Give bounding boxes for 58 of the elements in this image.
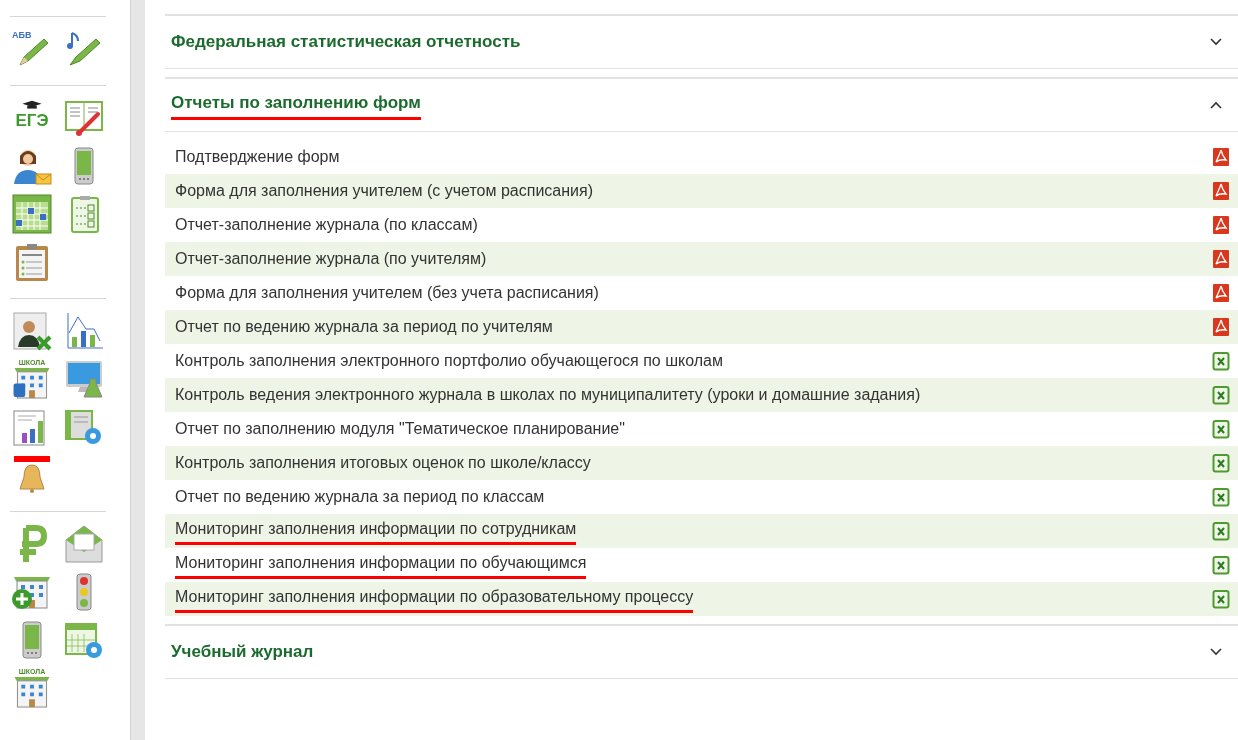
envelope-icon[interactable] [64, 524, 104, 564]
icon-letters: ЕГЭ [15, 112, 49, 129]
school-info-icon[interactable] [12, 366, 52, 399]
pdf-file-icon[interactable] [1212, 147, 1230, 167]
chevron-up-icon[interactable] [1210, 101, 1222, 109]
report-title: Форма для заполнения учителем (с учетом расписания) [175, 181, 593, 201]
report-title: Отчет по ведению журнала за период по классам [175, 487, 545, 507]
pdf-file-icon[interactable] [1212, 283, 1230, 303]
graduation-cap-icon[interactable] [20, 98, 44, 112]
section-title: Учебный журнал [171, 641, 314, 664]
report-row[interactable]: Контроль ведения электронного журнала в школах по муниципалитету (уроки и домашние задания) [165, 378, 1238, 412]
person-spreadsheet-icon[interactable] [12, 311, 52, 351]
report-row[interactable]: Отчет по ведению журнала за период по учителям [165, 310, 1238, 344]
report-title: Отчет по заполнению модуля "Тематическое планирование" [175, 419, 625, 439]
report-title: Отчет-заполнение журнала (по классам) [175, 215, 478, 235]
chart-icon[interactable] [64, 311, 104, 351]
calendar-icon[interactable] [12, 194, 52, 234]
pdf-file-icon[interactable] [1212, 317, 1230, 337]
report-title: Контроль заполнения итоговых оценок по школе/классу [175, 453, 591, 473]
report-title: Мониторинг заполнения информации по образовательному процессу [175, 585, 694, 613]
report-title: Контроль ведения электронного журнала в школах по муниципалитету (уроки и домашние задания) [175, 385, 921, 405]
report-row[interactable]: Мониторинг заполнения информации по образовательному процессу [165, 582, 1238, 616]
report-title: Форма для заполнения учителем (без учета расписания) [175, 283, 599, 303]
report-title: Мониторинг заполнения информации по обучающимся [175, 551, 587, 579]
section-title: Федеральная статистическая отчетность [171, 31, 521, 54]
spreadsheet-file-icon[interactable] [1212, 521, 1230, 541]
report-title: Отчет-заполнение журнала (по учителям) [175, 249, 487, 269]
report-title: Подтверджение форм [175, 147, 340, 167]
spreadsheet-file-icon[interactable] [1212, 453, 1230, 473]
school-icon[interactable] [12, 675, 52, 708]
spreadsheet-file-icon[interactable] [1212, 385, 1230, 405]
report-row[interactable]: Отчет-заполнение журнала (по учителям) [165, 242, 1238, 276]
monitor-flask-icon[interactable] [64, 359, 104, 399]
section-title: Отчеты по заполнению форм [171, 90, 421, 120]
section-header[interactable]: Учебный журнал [165, 624, 1238, 679]
chevron-down-icon[interactable] [1210, 38, 1222, 46]
report-row[interactable]: Мониторинг заполнения информации по сотрудникам [165, 514, 1238, 548]
spreadsheet-file-icon[interactable] [1212, 419, 1230, 439]
spreadsheet-file-icon[interactable] [1212, 555, 1230, 575]
section-header[interactable]: Отчеты по заполнению форм [165, 77, 1238, 132]
book-thermometer-icon[interactable] [64, 98, 104, 138]
bell-icon[interactable] [12, 455, 52, 495]
book-gear-icon[interactable] [64, 407, 104, 447]
section-header[interactable]: Федеральная статистическая отчетность [165, 14, 1238, 69]
pdf-file-icon[interactable] [1212, 215, 1230, 235]
pdf-file-icon[interactable] [1212, 181, 1230, 201]
pdf-file-icon[interactable] [1212, 249, 1230, 269]
spreadsheet-file-icon[interactable] [1212, 487, 1230, 507]
report-row[interactable]: Форма для заполнения учителем (с учетом расписания) [165, 174, 1238, 208]
report-row[interactable]: Контроль заполнения итоговых оценок по школе/классу [165, 446, 1238, 480]
report-title: Мониторинг заполнения информации по сотрудникам [175, 517, 577, 545]
chevron-down-icon[interactable] [1210, 648, 1222, 656]
spreadsheet-file-icon[interactable] [1212, 589, 1230, 609]
spreadsheet-file-icon[interactable] [1212, 351, 1230, 371]
report-title: Отчет по ведению журнала за период по учителям [175, 317, 553, 337]
calendar-gear-icon[interactable] [64, 620, 104, 660]
icon-letters: АБВ [12, 31, 32, 40]
report-title: Контроль заполнения электронного портфолио обучающегося по школам [175, 351, 723, 371]
